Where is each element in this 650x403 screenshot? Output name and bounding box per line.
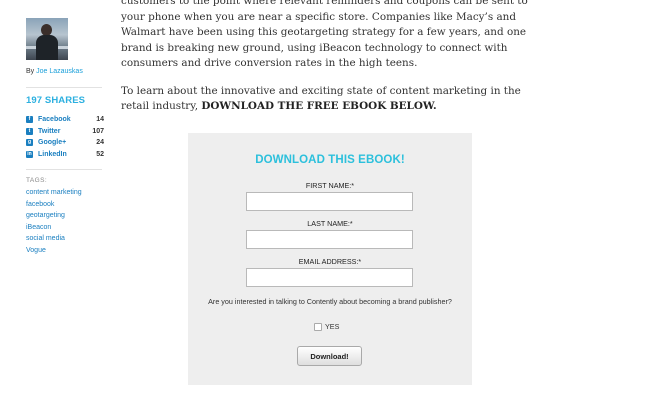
share-count: 52: [96, 150, 104, 158]
tag-link[interactable]: social media: [26, 233, 82, 245]
share-network-name: Twitter: [38, 127, 61, 135]
twitter-icon: t: [26, 127, 33, 135]
yes-option: YES: [314, 322, 339, 331]
share-network-name: LinkedIn: [38, 150, 67, 158]
share-network-name: Facebook: [38, 116, 71, 124]
tag-link[interactable]: Vogue: [26, 245, 82, 257]
article-paragraph: To learn about the innovative and exciti…: [121, 84, 551, 115]
article-body: customers to the point where relevant re…: [121, 0, 551, 127]
last-name-field[interactable]: [246, 230, 413, 249]
share-list: f Facebook 14 t Twitter 107 g Google+ 24…: [26, 114, 104, 160]
form-title: DOWNLOAD THIS EBOOK!: [255, 154, 405, 166]
author-name-link[interactable]: Joe Lazauskas: [36, 68, 83, 75]
tags-title: TAGS:: [26, 177, 48, 184]
share-item-twitter[interactable]: t Twitter 107: [26, 126, 104, 138]
last-name-label: LAST NAME:*: [307, 219, 353, 228]
google-plus-icon: g: [26, 139, 33, 147]
author-avatar[interactable]: [26, 18, 68, 60]
shares-count-title: 197 SHARES: [26, 95, 86, 106]
ebook-download-form: DOWNLOAD THIS EBOOK! FIRST NAME:* LAST N…: [188, 133, 472, 385]
share-network-name: Google+: [38, 139, 67, 147]
share-count: 107: [92, 127, 104, 135]
article-paragraph: customers to the point where relevant re…: [121, 0, 528, 69]
share-count: 14: [96, 116, 104, 124]
tag-link[interactable]: iBeacon: [26, 222, 82, 234]
tag-list: content marketing facebook geotargeting …: [26, 187, 82, 256]
byline-prefix: By: [26, 68, 35, 75]
linkedin-icon: in: [26, 150, 33, 158]
sidebar-divider: [26, 87, 102, 88]
avatar-body: [36, 35, 58, 60]
first-name-label: FIRST NAME:*: [305, 181, 355, 190]
tag-link[interactable]: facebook: [26, 199, 82, 211]
email-label: EMAIL ADDRESS:*: [298, 257, 362, 266]
publisher-question: Are you interested in talking to Content…: [208, 297, 452, 306]
share-count: 24: [96, 139, 104, 147]
yes-label: YES: [325, 322, 340, 331]
email-field[interactable]: [246, 268, 413, 287]
download-button[interactable]: Download!: [297, 346, 362, 366]
tag-link[interactable]: content marketing: [26, 187, 82, 199]
facebook-icon: f: [26, 116, 33, 124]
first-name-field[interactable]: [246, 192, 413, 211]
tag-link[interactable]: geotargeting: [26, 210, 82, 222]
sidebar-divider: [26, 169, 102, 170]
author-byline: By Joe Lazauskas: [26, 68, 83, 75]
share-item-google-plus[interactable]: g Google+ 24: [26, 137, 104, 149]
ebook-cta-text: DOWNLOAD THE FREE EBOOK BELOW.: [201, 100, 437, 112]
share-item-linkedin[interactable]: in LinkedIn 52: [26, 149, 104, 161]
share-item-facebook[interactable]: f Facebook 14: [26, 114, 104, 126]
yes-checkbox[interactable]: [314, 322, 322, 331]
